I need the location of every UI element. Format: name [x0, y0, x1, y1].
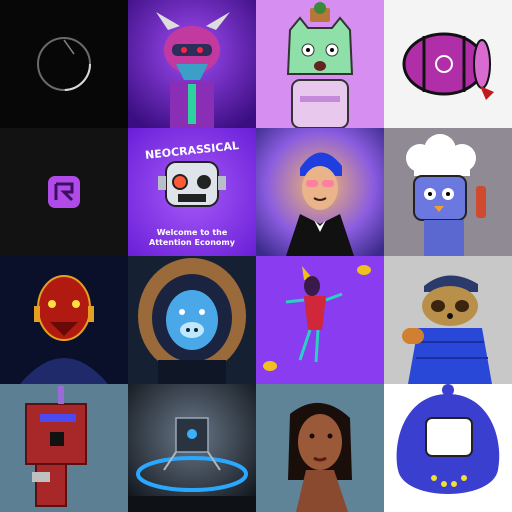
dancer-icon — [256, 256, 384, 384]
r-logo-icon — [0, 128, 128, 256]
tile-cube-portal[interactable] — [128, 384, 256, 512]
tile-horned-monster[interactable] — [128, 0, 256, 128]
tile-cat-plant[interactable] — [256, 0, 384, 128]
mask-icon — [0, 256, 128, 384]
barrel-icon — [384, 0, 512, 128]
circuit-icon — [0, 384, 128, 512]
neo-subtitle-line2: Attention Economy — [149, 238, 235, 247]
monster-icon — [128, 0, 256, 128]
tile-ring[interactable] — [0, 0, 128, 128]
tile-chef-robot[interactable] — [384, 128, 512, 256]
tile-pig-parka[interactable] — [128, 256, 256, 384]
cat-icon — [256, 0, 384, 128]
cube-icon — [128, 384, 256, 512]
tile-red-mask[interactable] — [0, 256, 128, 384]
tile-dancer-bees[interactable] — [256, 256, 384, 384]
chef-robot-icon — [384, 128, 512, 256]
nft-gallery-grid: NEOCRASSICAL Welcome to the Attention Ec… — [0, 0, 512, 512]
tile-tamagotchi[interactable] — [384, 384, 512, 512]
portrait-icon — [256, 128, 384, 256]
tile-blue-hair-tuxedo[interactable] — [256, 128, 384, 256]
tile-circuit-board[interactable] — [0, 384, 128, 512]
sloth-icon — [384, 256, 512, 384]
neo-subtitle-line1: Welcome to the — [156, 228, 228, 237]
tile-barrel[interactable] — [384, 0, 512, 128]
tamagotchi-icon — [384, 384, 512, 512]
tile-woman-portrait[interactable] — [256, 384, 384, 512]
pig-icon — [128, 256, 256, 384]
tile-sloth-jacket[interactable] — [384, 256, 512, 384]
ring-icon — [0, 0, 128, 128]
tile-neocrassical-robot[interactable]: NEOCRASSICAL Welcome to the Attention Ec… — [128, 128, 256, 256]
tile-r-logo[interactable] — [0, 128, 128, 256]
woman-icon — [256, 384, 384, 512]
